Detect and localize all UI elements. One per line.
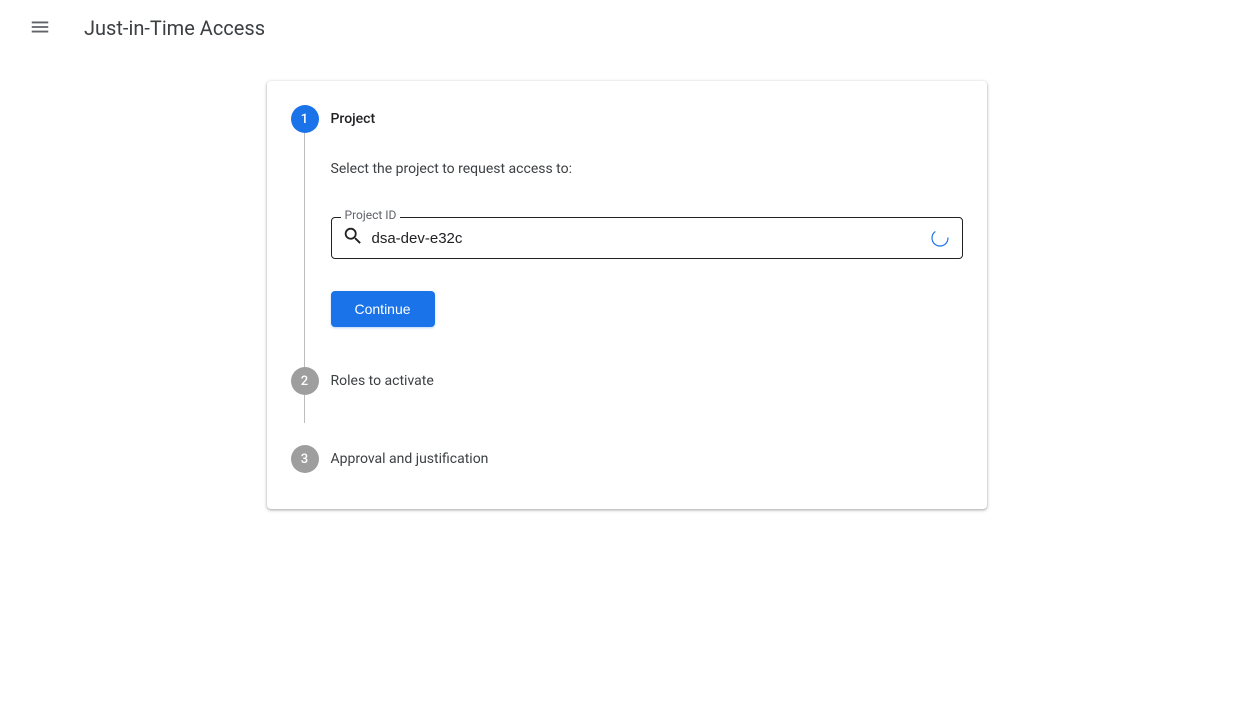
step-gap — [291, 395, 963, 445]
step-body-project: Select the project to request access to:… — [331, 133, 963, 367]
step-connector — [304, 395, 305, 423]
step-connector — [304, 133, 305, 367]
project-id-field: Project ID — [331, 217, 963, 259]
step-title-roles: Roles to activate — [331, 373, 434, 389]
menu-button[interactable] — [20, 8, 60, 48]
project-id-label: Project ID — [341, 208, 401, 222]
project-id-input[interactable] — [372, 230, 930, 247]
project-id-inputbox[interactable] — [331, 217, 963, 259]
step-project: 1 Project Select the project to request … — [291, 105, 963, 367]
top-bar: Just-in-Time Access — [0, 0, 1253, 56]
step-number-badge: 3 — [291, 445, 319, 473]
app-title: Just-in-Time Access — [84, 16, 265, 40]
step-roles: 2 Roles to activate — [291, 367, 963, 395]
step-title-project: Project — [331, 111, 376, 127]
step-number-badge: 1 — [291, 105, 319, 133]
hamburger-icon — [29, 16, 51, 41]
stepper-card: 1 Project Select the project to request … — [267, 81, 987, 509]
step-header-3[interactable]: 3 Approval and justification — [331, 445, 963, 473]
continue-button[interactable]: Continue — [331, 291, 435, 327]
step-title-approval: Approval and justification — [331, 451, 489, 467]
step-approval: 3 Approval and justification — [291, 445, 963, 485]
step-description: Select the project to request access to: — [331, 161, 963, 177]
step-header-1[interactable]: 1 Project — [331, 105, 963, 133]
step-header-2[interactable]: 2 Roles to activate — [331, 367, 963, 395]
step-number-badge: 2 — [291, 367, 319, 395]
search-icon — [344, 225, 364, 251]
loading-spinner-icon — [930, 228, 950, 248]
